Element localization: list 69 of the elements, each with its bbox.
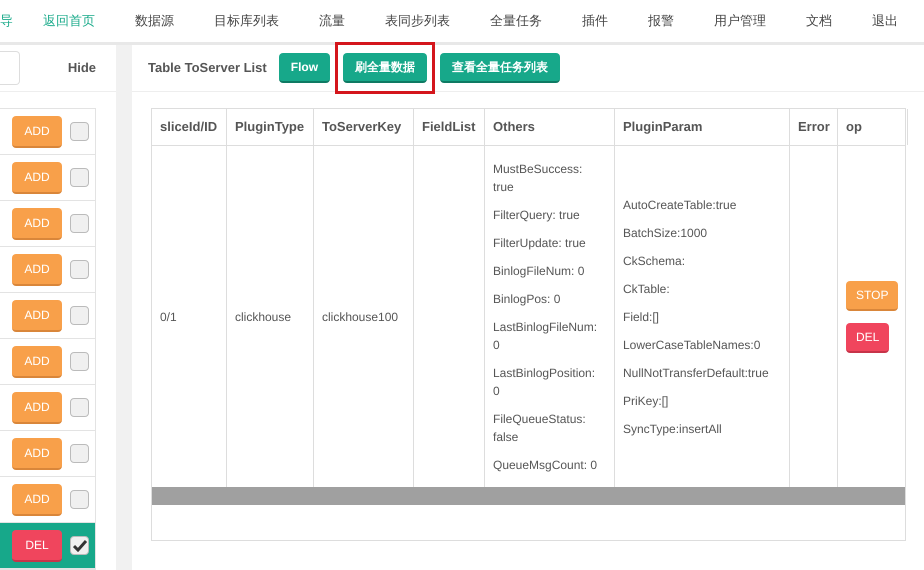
scrollbar[interactable] <box>152 487 905 505</box>
checkbox[interactable] <box>70 398 89 417</box>
row-action-button[interactable]: ADD <box>12 162 62 194</box>
param-text: Field:[] <box>623 308 660 326</box>
param-text: NullNotTransferDefault:true <box>623 364 770 382</box>
column-header: PluginType <box>227 109 314 145</box>
param-text: PriKey:[] <box>623 392 670 410</box>
column-header: FieldList <box>414 109 485 145</box>
checkbox[interactable] <box>70 536 89 555</box>
option-text: BinlogPos: 0 <box>493 290 562 308</box>
nav-link[interactable]: 流量 <box>319 11 345 31</box>
column-header: Others <box>485 109 615 145</box>
column-header: Error <box>790 109 838 145</box>
nav-link[interactable]: 表同步列表 <box>385 11 450 31</box>
check-icon <box>72 540 86 552</box>
nav-link[interactable]: 导 <box>0 11 13 31</box>
column-header: PluginParam <box>615 109 790 145</box>
row-action-button[interactable]: DEL <box>12 530 62 562</box>
option-text: BinlogFileNum: 0 <box>493 262 586 280</box>
option-text: LastBinlogPosition: 0 <box>493 364 596 400</box>
option-text: QueueMsgCount: 0 <box>493 456 598 474</box>
row-action-button[interactable]: ADD <box>12 300 62 332</box>
param-text: AutoCreateTable:true <box>623 196 738 214</box>
column-header: op <box>838 109 908 145</box>
nav-link[interactable]: 退出 <box>872 11 898 31</box>
option-text: FilterQuery: true <box>493 206 581 224</box>
param-text: LowerCaseTableNames:0 <box>623 336 762 354</box>
option-text: MustBeSuccess: true <box>493 160 584 196</box>
panel-title: Table ToServer List <box>148 59 267 78</box>
option-text: LastBinlogFileNum: 0 <box>493 318 598 354</box>
nav-link[interactable]: 插件 <box>582 11 608 31</box>
param-text: SyncType:insertAll <box>623 420 723 438</box>
row-action-button[interactable]: ADD <box>12 208 62 240</box>
param-text: CkTable: <box>623 280 671 298</box>
nav-link[interactable]: 报警 <box>648 11 674 31</box>
nav-link[interactable]: 返回首页 <box>43 11 95 31</box>
nav-link[interactable]: 目标库列表 <box>214 11 279 31</box>
row-action-button[interactable]: ADD <box>12 254 62 286</box>
column-header: sliceId/ID <box>152 109 227 145</box>
hide-toggle[interactable]: Hide <box>68 58 96 78</box>
param-text: CkSchema: <box>623 252 686 270</box>
nav-link[interactable]: 用户管理 <box>714 11 766 31</box>
toolbar-button[interactable]: 刷全量数据 <box>343 53 428 83</box>
column-header: ToServerKey <box>314 109 414 145</box>
nav-link[interactable]: 数据源 <box>135 11 174 31</box>
list-row[interactable]: DEL <box>0 523 95 569</box>
checkbox[interactable] <box>70 122 89 141</box>
row-action-button[interactable]: ADD <box>12 392 62 424</box>
checkbox[interactable] <box>70 490 89 509</box>
param-text: BatchSize:1000 <box>623 224 708 242</box>
option-text: FilterUpdate: true <box>493 234 587 252</box>
toolbar-button[interactable]: Flow <box>278 53 330 83</box>
checkbox[interactable] <box>70 306 89 325</box>
checkbox[interactable] <box>70 352 89 371</box>
stop-button[interactable]: STOP <box>846 280 898 310</box>
search-field[interactable] <box>0 51 20 85</box>
nav-link[interactable]: 文档 <box>806 11 832 31</box>
row-action-button[interactable]: ADD <box>12 346 62 378</box>
row-action-button[interactable]: ADD <box>12 116 62 148</box>
row-action-button[interactable]: ADD <box>12 438 62 470</box>
checkbox[interactable] <box>70 444 89 463</box>
checkbox[interactable] <box>70 260 89 279</box>
checkbox[interactable] <box>70 168 89 187</box>
nav-link[interactable]: 全量任务 <box>490 11 542 31</box>
checkbox[interactable] <box>70 214 89 233</box>
del-button[interactable]: DEL <box>846 322 890 352</box>
toolbar-button[interactable]: 查看全量任务列表 <box>440 53 560 83</box>
option-text: FileQueueStatus: false <box>493 410 587 446</box>
row-action-button[interactable]: ADD <box>12 484 62 516</box>
